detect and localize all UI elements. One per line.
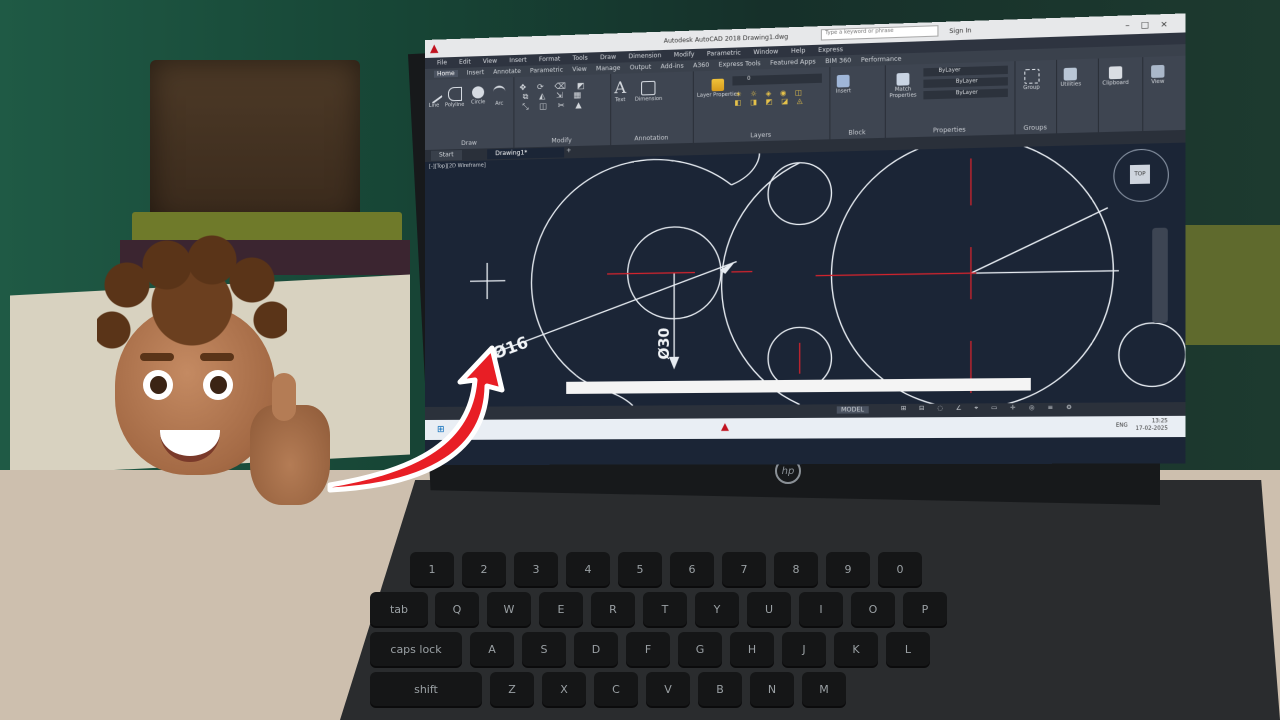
memoji-eye-left	[143, 370, 173, 400]
memoji-brow-left	[140, 353, 174, 361]
thumbs-up-icon	[250, 373, 330, 505]
memoji-brow-right	[200, 353, 234, 361]
memoji-hair	[97, 235, 287, 365]
red-arrow-icon	[327, 345, 505, 493]
memoji-thumbs-up	[95, 235, 345, 525]
photo-scene: 1 2 3 4 5 6 7 8 9 0 Q W E R T Y U I O P A S D F G H J K L Z X C V B N Mtab c…	[0, 0, 1280, 720]
memoji-eye-right	[203, 370, 233, 400]
